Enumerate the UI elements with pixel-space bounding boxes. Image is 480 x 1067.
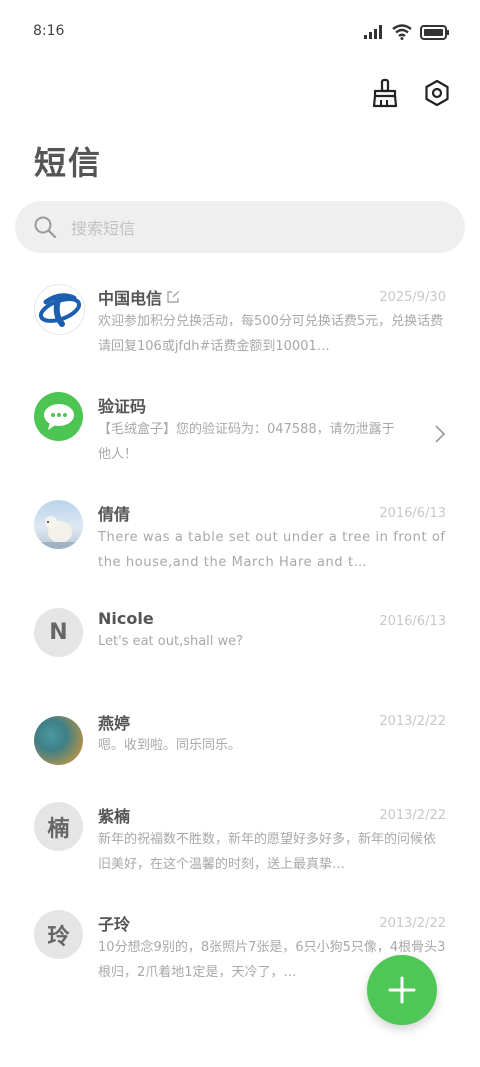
conversation-name: 燕婷 [98, 714, 131, 733]
conversation-date: 2013/2/22 [379, 916, 446, 931]
search-icon [34, 216, 57, 239]
avatar: 玲 [34, 910, 83, 959]
status-icons [364, 24, 450, 40]
wifi-icon [392, 24, 412, 40]
new-message-button[interactable] [367, 955, 437, 1025]
header-actions [368, 76, 454, 110]
conversation-item[interactable]: 燕婷 2013/2/22 嗯。收到啦。同乐同乐。 [0, 700, 480, 786]
clean-button[interactable] [368, 76, 402, 110]
chevron-right-icon[interactable] [434, 424, 446, 444]
status-time: 8:16 [33, 23, 65, 39]
plus-icon [388, 976, 416, 1004]
conversation-date: 2013/2/22 [379, 808, 446, 823]
conversation-item[interactable]: 中国电信 2025/9/30 欢迎参加积分兑换活动，每500分可兑换话费5元，兑… [0, 268, 480, 376]
signal-icon [364, 25, 382, 39]
conversation-preview: 新年的祝福数不胜数，新年的愿望好多好多，新年的问候依旧美好，在这个温馨的时刻，送… [98, 832, 437, 872]
avatar [34, 500, 83, 549]
edit-icon [167, 291, 180, 303]
avatar [34, 284, 85, 335]
avatar [34, 392, 83, 441]
battery-icon [420, 24, 449, 40]
conversation-preview: There was a table set out under a tree i… [98, 530, 446, 570]
conversation-preview: 嗯。收到啦。同乐同乐。 [98, 738, 242, 753]
avatar: 楠 [34, 802, 83, 851]
status-bar: 8:16 [0, 0, 480, 64]
message-bubble-icon [43, 403, 74, 430]
conversation-date: 2016/6/13 [379, 506, 446, 521]
conversation-date: 2016/6/13 [379, 614, 446, 629]
search-bar[interactable]: 搜索短信 [15, 201, 465, 253]
conversation-name: 子玲 [98, 915, 131, 934]
conversation-name: 中国电信 [98, 285, 180, 309]
conversation-name: 紫楠 [98, 807, 131, 826]
page-title: 短信 [34, 144, 103, 182]
conversation-item[interactable]: 验证码 【毛绒盒子】您的验证码为：047588，请勿泄露于他人！ [0, 376, 480, 484]
avatar [34, 716, 83, 765]
settings-button[interactable] [420, 76, 454, 110]
conversation-preview: 欢迎参加积分兑换活动，每500分可兑换话费5元，兑换话费请回复106或jfdh#… [98, 314, 444, 354]
polar-bear-photo [34, 516, 83, 549]
conversation-item[interactable]: 楠 紫楠 2013/2/22 新年的祝福数不胜数，新年的愿望好多好多，新年的问候… [0, 786, 480, 894]
avatar: N [34, 608, 83, 657]
conversation-name: Nicole [98, 609, 154, 628]
conversation-preview: Let's eat out,shall we? [98, 634, 244, 649]
conversation-item[interactable]: N Nicole 2016/6/13 Let's eat out,shall w… [0, 592, 480, 700]
settings-icon [425, 79, 449, 107]
conversation-date: 2013/2/22 [379, 714, 446, 729]
conversation-name: 倩倩 [98, 505, 131, 524]
china-telecom-logo-icon [38, 292, 81, 327]
conversation-name: 验证码 [98, 397, 147, 416]
conversation-item[interactable]: 倩倩 2016/6/13 There was a table set out u… [0, 484, 480, 592]
conversation-list: 中国电信 2025/9/30 欢迎参加积分兑换活动，每500分可兑换话费5元，兑… [0, 268, 480, 1002]
broom-icon [372, 78, 398, 108]
search-input[interactable]: 搜索短信 [71, 215, 135, 239]
conversation-date: 2025/9/30 [379, 290, 446, 305]
conversation-preview: 【毛绒盒子】您的验证码为：047588，请勿泄露于他人！ [98, 422, 395, 462]
